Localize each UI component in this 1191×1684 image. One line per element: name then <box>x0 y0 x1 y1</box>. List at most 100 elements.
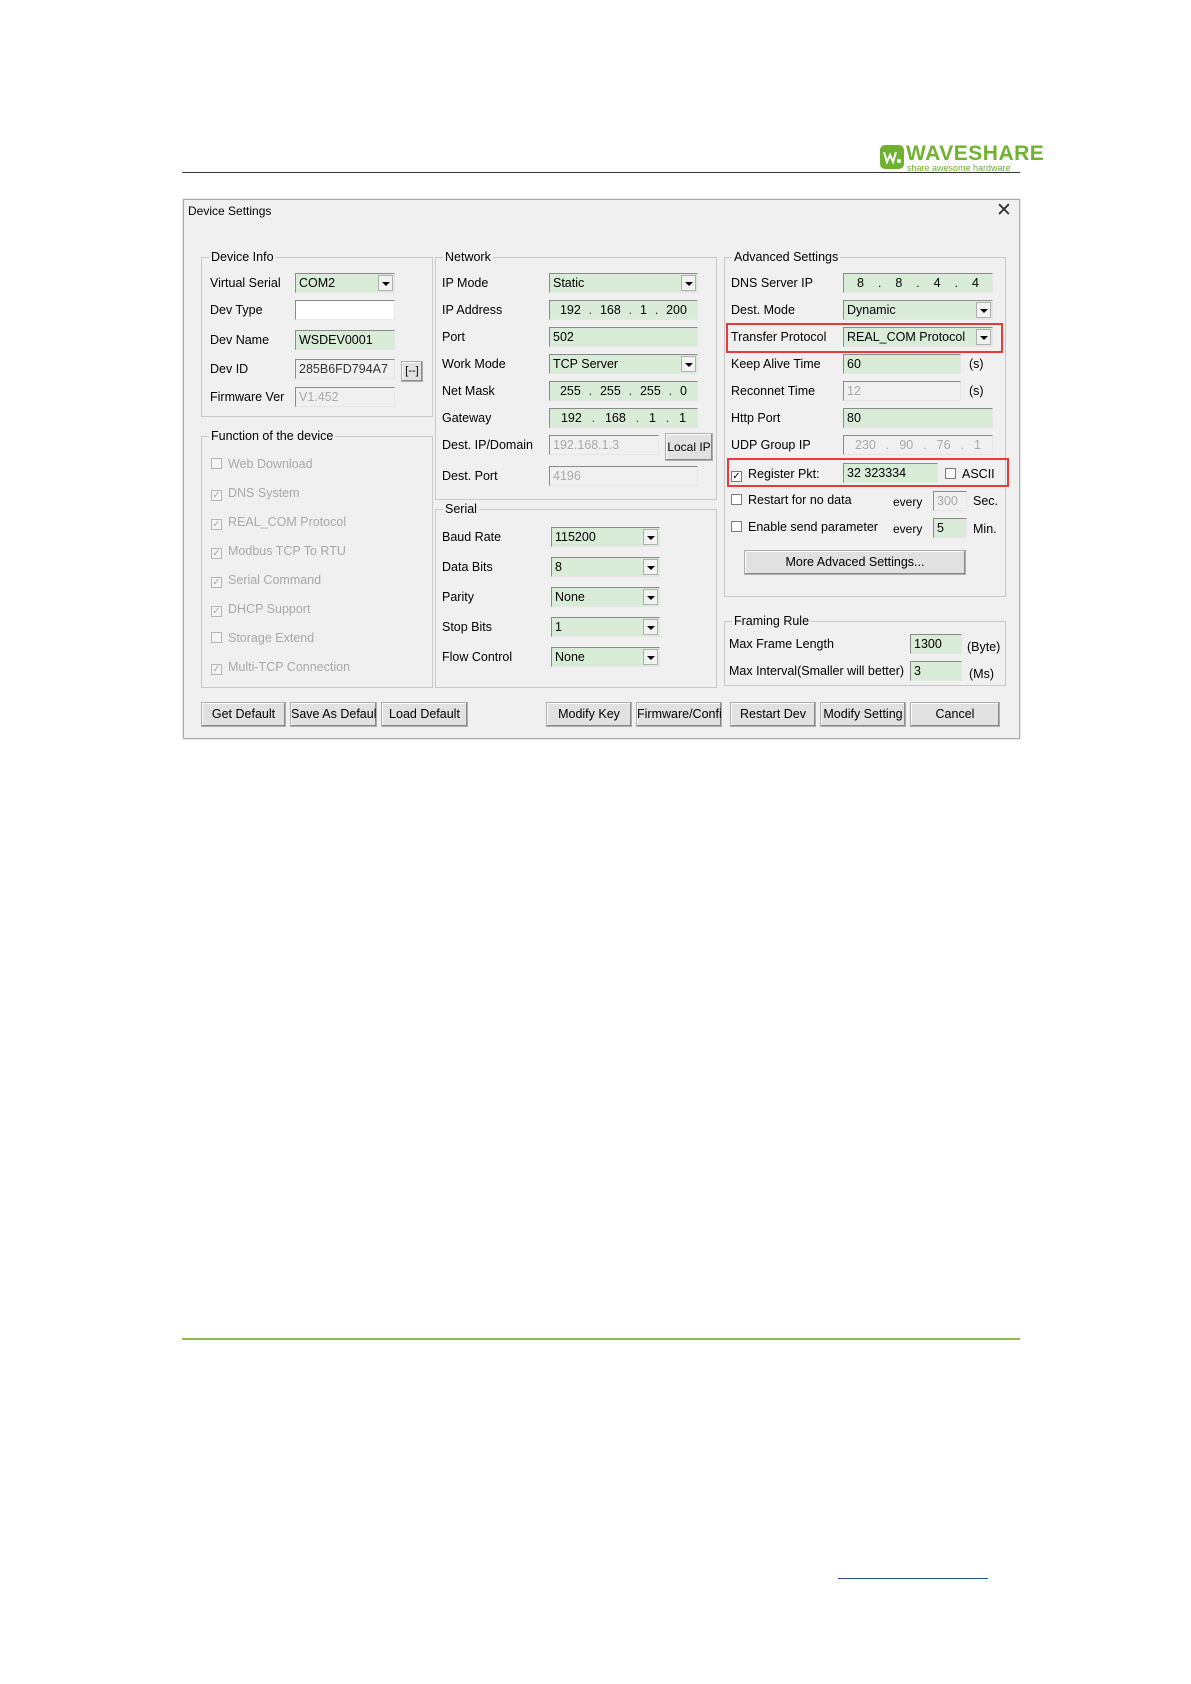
chevron-down-icon[interactable] <box>976 302 991 318</box>
flow-control-select[interactable]: None <box>551 647 660 667</box>
stop-bits-value: 1 <box>555 620 562 634</box>
chevron-down-icon[interactable] <box>643 559 658 575</box>
firmware-config-button[interactable]: Firmware/Config <box>636 702 722 727</box>
function-item: Web Download <box>211 457 313 472</box>
dest-port-field: 4196 <box>549 466 698 486</box>
ip-mode-value: Static <box>553 276 585 290</box>
get-default-button[interactable]: Get Default <box>201 702 286 727</box>
chevron-down-icon[interactable] <box>681 275 696 291</box>
dev-type-label: Dev Type <box>210 303 263 317</box>
stop-bits-label: Stop Bits <box>442 620 493 634</box>
restart-every-label: every <box>893 495 923 509</box>
enable-send-checkbox[interactable]: Enable send parameter <box>731 520 878 535</box>
ip-octet: 1 <box>639 303 647 317</box>
http-port-field[interactable]: 80 <box>843 408 993 428</box>
save-as-default-button[interactable]: Save As Default <box>290 702 377 727</box>
enable-unit: Min. <box>973 522 997 536</box>
keepalive-unit: (s) <box>969 357 984 371</box>
chevron-down-icon[interactable] <box>643 649 658 665</box>
work-mode-select[interactable]: TCP Server <box>549 354 698 374</box>
ip-octet: 4 <box>971 276 979 290</box>
checkbox-icon[interactable] <box>731 521 742 532</box>
max-frame-field[interactable]: 1300 <box>910 634 962 654</box>
framing-rule-title: Framing Rule <box>732 614 812 628</box>
chevron-down-icon[interactable] <box>643 619 658 635</box>
max-frame-unit: (Byte) <box>967 640 1001 654</box>
keepalive-label: Keep Alive Time <box>731 357 821 371</box>
checkbox-icon[interactable] <box>731 494 742 505</box>
udp-group-label: UDP Group IP <box>731 438 811 452</box>
checkbox-icon: ✓ <box>211 606 222 617</box>
baud-rate-label: Baud Rate <box>442 530 502 544</box>
virtual-serial-select[interactable]: COM2 <box>295 273 395 293</box>
gateway-field[interactable]: 192. 168. 1. 1 <box>549 408 698 428</box>
function-item: ✓ REAL_COM Protocol <box>211 515 346 530</box>
restart-seconds-field: 300 <box>933 491 967 511</box>
keepalive-field[interactable]: 60 <box>843 354 961 374</box>
chevron-down-icon[interactable] <box>378 275 393 291</box>
ip-octet: 255 <box>599 384 621 398</box>
serial-title: Serial <box>443 502 479 516</box>
ip-octet: 8 <box>857 276 864 290</box>
close-icon[interactable]: ✕ <box>993 200 1015 222</box>
restart-no-data-checkbox[interactable]: Restart for no data <box>731 493 852 508</box>
stop-bits-select[interactable]: 1 <box>551 617 660 637</box>
parity-select[interactable]: None <box>551 587 660 607</box>
dns-field[interactable]: 8. 8. 4. 4 <box>843 273 993 293</box>
local-ip-button[interactable]: Local IP <box>665 433 713 461</box>
ip-mode-select[interactable]: Static <box>549 273 698 293</box>
work-mode-value: TCP Server <box>553 357 619 371</box>
work-mode-label: Work Mode <box>442 357 506 371</box>
more-advanced-settings-button[interactable]: More Advaced Settings... <box>744 550 966 575</box>
virtual-serial-value: COM2 <box>299 276 336 290</box>
ip-octet: 1 <box>648 411 656 425</box>
function-item: Storage Extend <box>211 631 314 646</box>
checkbox-icon: ✓ <box>211 577 222 588</box>
ip-octet: 1 <box>974 438 981 452</box>
ip-octet: 255 <box>639 384 661 398</box>
load-default-button[interactable]: Load Default <box>381 702 468 727</box>
function-label: DNS System <box>228 486 300 500</box>
framing-rule-group: Framing Rule Max Frame Length 1300 (Byte… <box>724 614 1006 686</box>
dest-ip-field: 192.168.1.3 <box>549 435 659 455</box>
function-group: Function of the device Web Download ✓ DNS… <box>201 429 433 688</box>
reconnect-field: 12 <box>843 381 961 401</box>
dest-mode-select[interactable]: Dynamic <box>843 300 993 320</box>
brand-name: WAVESHARE <box>906 142 1045 165</box>
enable-send-label: Enable send parameter <box>748 520 878 534</box>
network-group: Network IP Mode Static IP Address 192. 1… <box>435 250 717 500</box>
ip-mode-label: IP Mode <box>442 276 489 290</box>
parity-value: None <box>555 590 585 604</box>
checkbox-icon: ✓ <box>211 519 222 530</box>
flow-control-value: None <box>555 650 585 664</box>
waveshare-logo-icon <box>880 145 904 169</box>
device-info-group: Device Info Virtual Serial COM2 Dev Type… <box>201 250 433 417</box>
footer-link-underline[interactable] <box>838 1578 988 1579</box>
dev-type-field[interactable] <box>295 300 395 320</box>
checkbox-icon <box>211 632 222 643</box>
chevron-down-icon[interactable] <box>643 529 658 545</box>
ip-address-field[interactable]: 192. 168. 1. 200 <box>549 300 698 320</box>
dev-name-field[interactable]: WSDEV0001 <box>295 330 395 350</box>
chevron-down-icon[interactable] <box>681 356 696 372</box>
dest-ip-label: Dest. IP/Domain <box>442 438 534 452</box>
net-mask-field[interactable]: 255. 255. 255. 0 <box>549 381 698 401</box>
max-interval-label: Max Interval(Smaller will better) <box>729 664 905 678</box>
dev-id-button[interactable]: [--] <box>401 361 423 382</box>
restart-dev-button[interactable]: Restart Dev <box>730 702 816 727</box>
modify-setting-button[interactable]: Modify Setting <box>820 702 906 727</box>
data-bits-select[interactable]: 8 <box>551 557 660 577</box>
port-field[interactable]: 502 <box>549 327 698 347</box>
ip-octet: 4 <box>933 276 941 290</box>
baud-rate-select[interactable]: 115200 <box>551 527 660 547</box>
chevron-down-icon[interactable] <box>643 589 658 605</box>
cancel-button[interactable]: Cancel <box>910 702 1000 727</box>
dest-port-label: Dest. Port <box>442 469 498 483</box>
modify-key-button[interactable]: Modify Key <box>546 702 632 727</box>
advanced-settings-group: Advanced Settings DNS Server IP 8. 8. 4.… <box>724 250 1006 597</box>
max-interval-unit: (Ms) <box>969 667 994 681</box>
ip-octet: 255 <box>559 384 581 398</box>
max-interval-field[interactable]: 3 <box>910 661 962 681</box>
data-bits-label: Data Bits <box>442 560 493 574</box>
enable-minutes-field[interactable]: 5 <box>933 518 967 538</box>
